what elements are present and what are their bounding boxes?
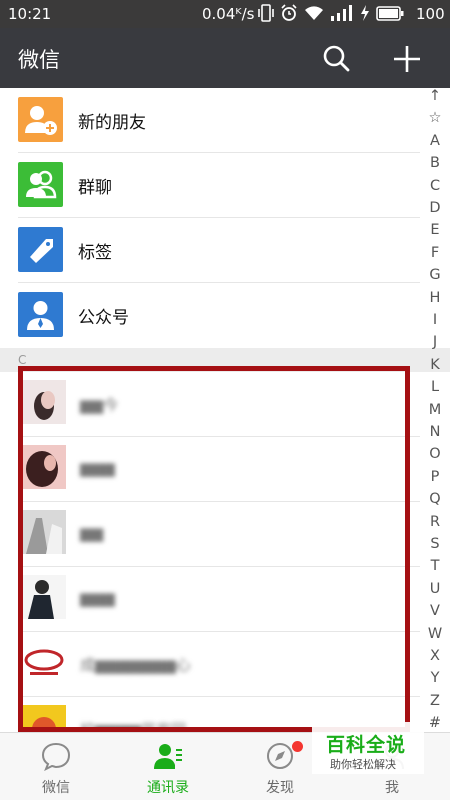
compass-icon	[267, 743, 293, 769]
index-letter[interactable]: W	[424, 626, 446, 642]
tab-label: 通讯录	[147, 780, 189, 796]
app-title: 微信	[18, 48, 60, 72]
index-letter[interactable]: J	[424, 334, 446, 350]
plus-icon[interactable]	[392, 44, 422, 74]
tags-item[interactable]: 标签	[0, 218, 420, 283]
index-letter[interactable]: S	[424, 536, 446, 552]
app-header: 微信	[0, 28, 450, 88]
tab-label: 发现	[266, 780, 294, 796]
tab-chats[interactable]: 微信	[0, 733, 112, 800]
signal-icon	[331, 5, 352, 21]
index-letter[interactable]: U	[424, 581, 446, 597]
wifi-icon	[305, 6, 323, 20]
status-time: 10:21	[8, 5, 52, 23]
index-letter[interactable]: ↑	[424, 88, 446, 104]
index-letter[interactable]: D	[424, 200, 446, 216]
func-label: 群聊	[78, 178, 112, 198]
tab-label: 我	[385, 780, 399, 796]
func-label: 新的朋友	[78, 113, 146, 133]
index-letter[interactable]: Z	[424, 693, 446, 709]
new-friends-item[interactable]: 新的朋友	[0, 88, 420, 153]
search-icon[interactable]	[322, 44, 350, 72]
index-letter[interactable]: L	[424, 379, 446, 395]
index-letter[interactable]: I	[424, 312, 446, 328]
official-accounts-item[interactable]: 公众号	[0, 283, 420, 348]
index-letter[interactable]: T	[424, 558, 446, 574]
group-chat-icon	[18, 162, 63, 207]
index-letter[interactable]: R	[424, 514, 446, 530]
index-letter[interactable]: O	[424, 446, 446, 462]
battery-icon	[376, 5, 404, 21]
func-label: 标签	[78, 243, 112, 263]
vibrate-icon	[258, 4, 274, 22]
index-letter[interactable]: E	[424, 222, 446, 238]
index-letter[interactable]: F	[424, 245, 446, 261]
index-letter[interactable]: ☆	[424, 110, 446, 126]
func-label: 公众号	[78, 308, 129, 328]
index-letter[interactable]: P	[424, 469, 446, 485]
index-letter[interactable]: Y	[424, 670, 446, 686]
index-letter[interactable]: B	[424, 155, 446, 171]
chat-bubble-icon	[41, 742, 71, 771]
alarm-icon	[281, 4, 297, 21]
new-friend-icon	[18, 97, 63, 142]
group-chats-item[interactable]: 群聊	[0, 153, 420, 218]
watermark-title: 百科全说	[326, 734, 407, 756]
index-letter[interactable]: V	[424, 603, 446, 619]
watermark-subtitle: 助你轻松解决	[330, 758, 396, 771]
charging-icon	[361, 5, 369, 21]
index-letter[interactable]: Q	[424, 491, 446, 507]
tab-contacts[interactable]: 通讯录	[112, 733, 224, 800]
index-letter[interactable]: H	[424, 290, 446, 306]
index-letter[interactable]: #	[424, 715, 446, 731]
watermark: 百科全说 助你轻松解决	[312, 722, 424, 774]
battery-level: 100	[416, 5, 445, 23]
tag-icon	[18, 227, 63, 272]
index-letter[interactable]: X	[424, 648, 446, 664]
index-letter[interactable]: K	[424, 357, 446, 373]
alphabet-index[interactable]: ↑ ☆ A B C D E F G H I J K L M N O P Q R S T U V W X Y Z #	[424, 88, 446, 738]
network-speed: 0.04ᴷ/s	[202, 5, 255, 23]
tab-label: 微信	[42, 780, 70, 796]
index-letter[interactable]: M	[424, 402, 446, 418]
index-letter[interactable]: C	[424, 178, 446, 194]
index-letter[interactable]: A	[424, 133, 446, 149]
section-letter: C	[18, 353, 27, 367]
official-account-icon	[18, 292, 63, 337]
notification-dot	[292, 741, 303, 752]
status-icons	[258, 4, 404, 22]
status-bar: 10:21 0.04ᴷ/s 100	[0, 0, 450, 28]
contacts-icon	[154, 744, 182, 769]
index-letter[interactable]: N	[424, 424, 446, 440]
index-letter[interactable]: G	[424, 267, 446, 283]
highlight-frame	[18, 366, 410, 732]
